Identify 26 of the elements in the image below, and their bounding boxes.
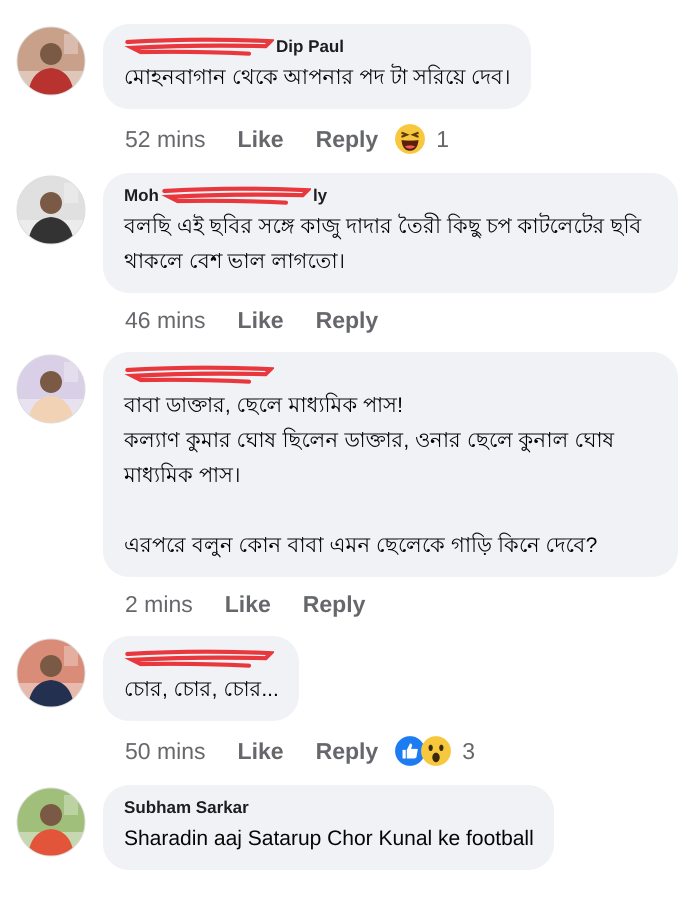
like-button[interactable]: Like bbox=[238, 307, 284, 334]
reply-button[interactable]: Reply bbox=[316, 307, 378, 334]
commenter-name[interactable]: Moh bbox=[124, 186, 159, 206]
surprised-emoji-icon bbox=[420, 735, 452, 767]
comment-text: বলছি এই ছবির সঙ্গে কাজু দাদার তৈরী কিছু চপ কাটলেটের ছবি থাকলে বেশ ভাল লাগতো। bbox=[124, 209, 658, 279]
comment-text: Sharadin aaj Satarup Chor Kunal ke football bbox=[124, 826, 534, 852]
comment-time: 50 mins bbox=[125, 738, 206, 764]
reply-button[interactable]: Reply bbox=[316, 126, 378, 152]
commenter-name[interactable]: Subham Sarkar bbox=[124, 798, 249, 818]
like-button[interactable]: Like bbox=[238, 738, 284, 764]
comment-text: বাবা ডাক্তার, ছেলে মাধ্যমিক পাস! কল্যাণ কুমার ঘোষ ছিলেন ডাক্তার, ওনার ছেলে কুনাল ঘোষ মাধ্যমিক পাস। bbox=[124, 392, 616, 489]
like-button[interactable]: Like bbox=[238, 126, 284, 152]
commenter-name[interactable]: ly bbox=[312, 186, 328, 206]
reply-button[interactable]: Reply bbox=[302, 591, 366, 618]
reply-button[interactable]: Reply bbox=[316, 738, 378, 764]
comment-text: এরপরে বলুন কোন বাবা এমন ছেলেকে গাড়ি কিনে দেবে? bbox=[124, 532, 598, 560]
comment-time: 46 mins bbox=[125, 307, 206, 334]
comment-time: 2 mins bbox=[125, 591, 193, 618]
comment-time: 52 mins bbox=[125, 126, 206, 152]
like-button[interactable]: Like bbox=[224, 591, 271, 618]
commenter-name[interactable]: Dip Paul bbox=[276, 37, 344, 57]
comment-text: চোর, চোর, চোর... bbox=[124, 677, 279, 703]
laughing-emoji-icon bbox=[394, 123, 426, 155]
comment-text: মোহনবাগান থেকে আপনার পদ টা সরিয়ে দেব। bbox=[124, 60, 512, 95]
reaction-count: 3 bbox=[462, 738, 476, 764]
reaction-count: 1 bbox=[436, 126, 450, 152]
